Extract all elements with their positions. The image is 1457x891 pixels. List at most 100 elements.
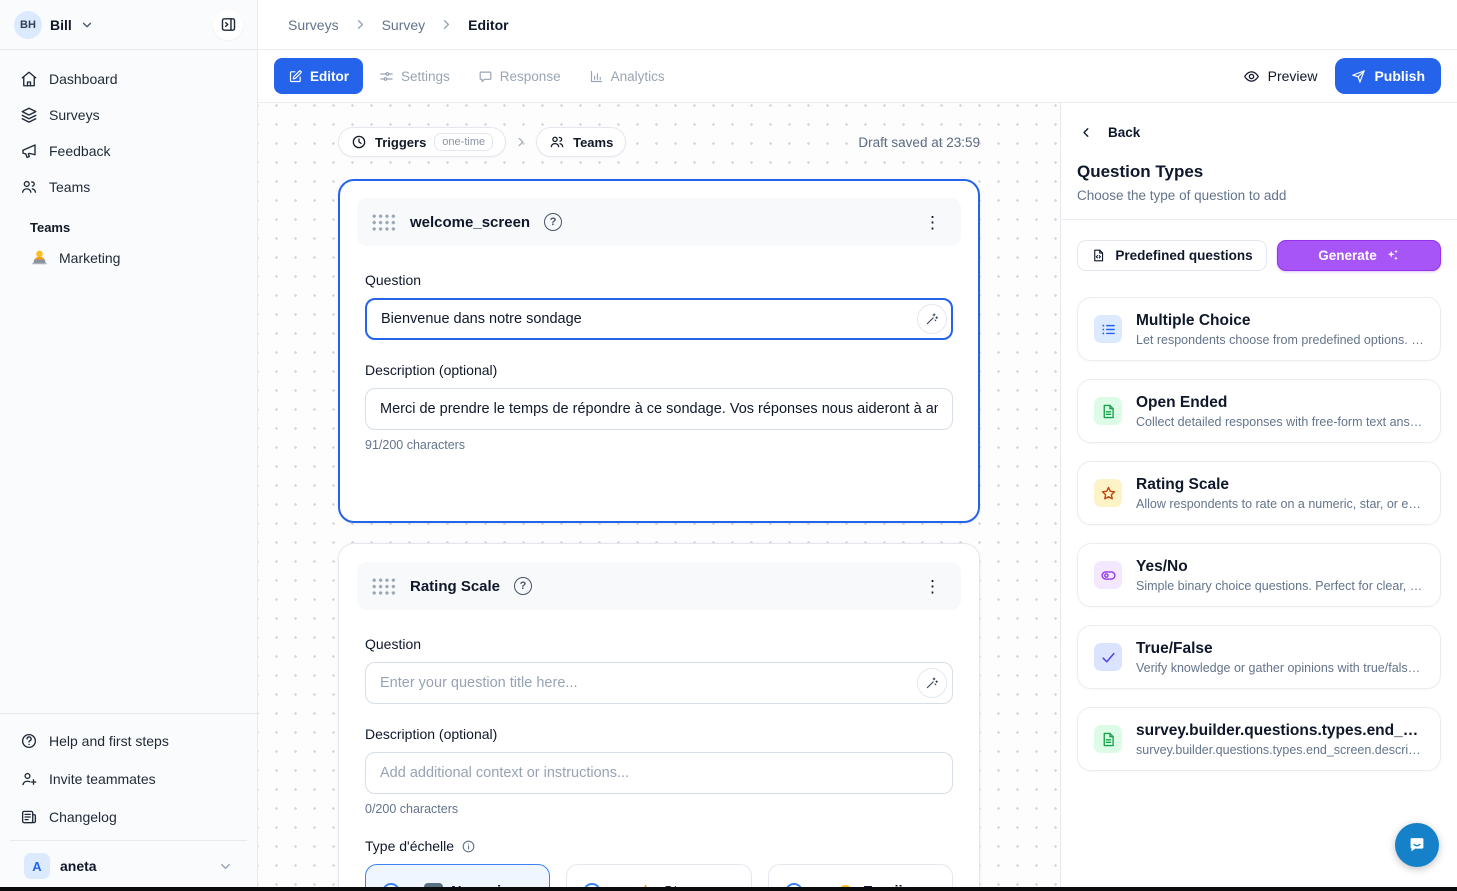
magic-wand-button[interactable] xyxy=(917,668,947,698)
divider xyxy=(1061,219,1457,220)
megaphone-icon xyxy=(20,142,38,160)
question-types-panel: Back Question Types Choose the type of q… xyxy=(1060,103,1457,891)
sidebar-item-marketing[interactable]: Marketing xyxy=(10,241,247,274)
sidebar-toggle-button[interactable] xyxy=(213,10,243,40)
breadcrumb-surveys[interactable]: Surveys xyxy=(288,17,339,33)
draft-status: Draft saved at 23:59 xyxy=(858,135,980,150)
tab-label: Settings xyxy=(401,69,450,84)
kebab-menu-icon[interactable]: ⋮ xyxy=(918,574,947,599)
sidebar-item-invite[interactable]: Invite teammates xyxy=(10,762,247,796)
question-title-input[interactable] xyxy=(365,298,953,340)
changelog-icon xyxy=(20,808,38,826)
sidebar-item-label: Invite teammates xyxy=(49,771,156,787)
panel-actions: Predefined questions Generate xyxy=(1077,240,1441,271)
tab-analytics[interactable]: Analytics xyxy=(577,58,677,94)
tab-settings[interactable]: Settings xyxy=(367,58,462,94)
breadcrumb: Surveys Survey Editor xyxy=(258,0,1457,50)
sidebar-item-label: Teams xyxy=(49,179,90,195)
predefined-questions-button[interactable]: Predefined questions xyxy=(1077,240,1267,271)
chevron-down-icon xyxy=(218,859,233,874)
chat-widget-button[interactable] xyxy=(1395,823,1439,867)
preview-button[interactable]: Preview xyxy=(1229,58,1332,94)
help-circle-icon[interactable]: ? xyxy=(514,577,532,595)
question-type-open-ended[interactable]: Open Ended Collect detailed responses wi… xyxy=(1077,379,1441,443)
sidebar-item-label: Surveys xyxy=(49,107,100,123)
sidebar-item-label: Help and first steps xyxy=(49,733,169,749)
question-type-description: Verify knowledge or gather opinions with… xyxy=(1136,661,1424,675)
canvas-toolbar: Triggers one-time Teams xyxy=(338,127,980,157)
back-label: Back xyxy=(1108,125,1140,140)
drag-handle-icon[interactable] xyxy=(371,213,396,232)
sidebar-item-label: Dashboard xyxy=(49,71,118,87)
sidebar-item-changelog[interactable]: Changelog xyxy=(10,800,247,834)
send-icon xyxy=(1351,69,1366,84)
workspace-avatar: BH xyxy=(14,11,42,39)
teams-chip[interactable]: Teams xyxy=(536,127,626,157)
help-circle-icon[interactable]: ? xyxy=(544,213,562,231)
question-type-description: Allow respondents to rate on a numeric, … xyxy=(1136,497,1424,511)
sidebar-item-dashboard[interactable]: Dashboard xyxy=(10,62,247,96)
eye-icon xyxy=(1243,68,1260,85)
tab-label: Response xyxy=(500,69,561,84)
workspace-switcher[interactable]: BH Bill xyxy=(0,0,257,50)
question-type-description: survey.builder.questions.types.end_scree… xyxy=(1136,743,1424,757)
sidebar-item-surveys[interactable]: Surveys xyxy=(10,98,247,132)
question-title-input[interactable] xyxy=(365,662,953,704)
question-type-description: Let respondents choose from predefined o… xyxy=(1136,333,1424,347)
question-type-description: Collect detailed responses with free-for… xyxy=(1136,415,1424,429)
toggle-icon xyxy=(1094,561,1122,589)
help-circle-icon xyxy=(20,732,38,750)
description-input[interactable] xyxy=(365,388,953,430)
triggers-chip[interactable]: Triggers one-time xyxy=(338,127,506,157)
breadcrumb-survey[interactable]: Survey xyxy=(382,17,426,33)
question-type-title: True/False xyxy=(1136,640,1424,658)
question-field-label: Question xyxy=(365,636,953,652)
survey-canvas: Triggers one-time Teams xyxy=(258,103,1060,891)
tab-label: Analytics xyxy=(611,69,665,84)
publish-button[interactable]: Publish xyxy=(1335,58,1441,94)
question-type-multiple-choice[interactable]: Multiple Choice Let respondents choose f… xyxy=(1077,297,1441,361)
kebab-menu-icon[interactable]: ⋮ xyxy=(918,210,947,235)
sidebar-item-feedback[interactable]: Feedback xyxy=(10,134,247,168)
sidebar-item-teams[interactable]: Teams xyxy=(10,170,247,204)
question-type-title: Multiple Choice xyxy=(1136,312,1424,330)
question-type-title: Rating Scale xyxy=(1136,476,1424,494)
main-area: Surveys Survey Editor Editor Setting xyxy=(258,0,1457,891)
description-input[interactable] xyxy=(365,752,953,794)
question-type-end-screen[interactable]: survey.builder.questions.types.end_scr..… xyxy=(1077,707,1441,771)
question-input-wrap xyxy=(365,662,953,704)
sidebar-item-label: Feedback xyxy=(49,143,110,159)
edit-icon xyxy=(288,69,303,84)
predefined-questions-label: Predefined questions xyxy=(1115,248,1252,263)
tab-response[interactable]: Response xyxy=(466,58,573,94)
sidebar-item-help[interactable]: Help and first steps xyxy=(10,724,247,758)
question-card-welcome-screen[interactable]: welcome_screen ? ⋮ Question xyxy=(338,179,980,523)
home-icon xyxy=(20,70,38,88)
description-input-wrap xyxy=(365,388,953,430)
user-plus-icon xyxy=(20,770,38,788)
back-button[interactable]: Back xyxy=(1077,125,1441,140)
account-avatar: A xyxy=(24,853,50,879)
chevron-left-icon xyxy=(1079,125,1094,140)
chevron-right-icon xyxy=(514,135,528,149)
question-type-rating-scale[interactable]: Rating Scale Allow respondents to rate o… xyxy=(1077,461,1441,525)
description-field-label: Description (optional) xyxy=(365,362,953,378)
question-card-title: Rating Scale xyxy=(410,578,500,595)
drag-handle-icon[interactable] xyxy=(371,577,396,596)
generate-button[interactable]: Generate xyxy=(1277,240,1441,271)
sidebar-item-label: Changelog xyxy=(49,809,117,825)
info-icon[interactable] xyxy=(461,839,476,854)
magic-wand-button[interactable] xyxy=(917,304,947,334)
chevron-right-icon xyxy=(439,17,454,32)
tab-editor[interactable]: Editor xyxy=(274,58,363,94)
question-type-true-false[interactable]: True/False Verify knowledge or gather op… xyxy=(1077,625,1441,689)
question-card-header: Rating Scale ? ⋮ xyxy=(357,562,961,610)
list-icon xyxy=(1094,315,1122,343)
question-type-yes-no[interactable]: Yes/No Simple binary choice questions. P… xyxy=(1077,543,1441,607)
chevron-down-icon xyxy=(80,18,94,32)
panel-subtitle: Choose the type of question to add xyxy=(1077,188,1441,203)
account-menu[interactable]: A aneta xyxy=(10,840,247,891)
question-card-rating-scale[interactable]: Rating Scale ? ⋮ Question xyxy=(338,543,980,891)
document-icon xyxy=(1094,397,1122,425)
editor-content: Triggers one-time Teams xyxy=(258,103,1457,891)
